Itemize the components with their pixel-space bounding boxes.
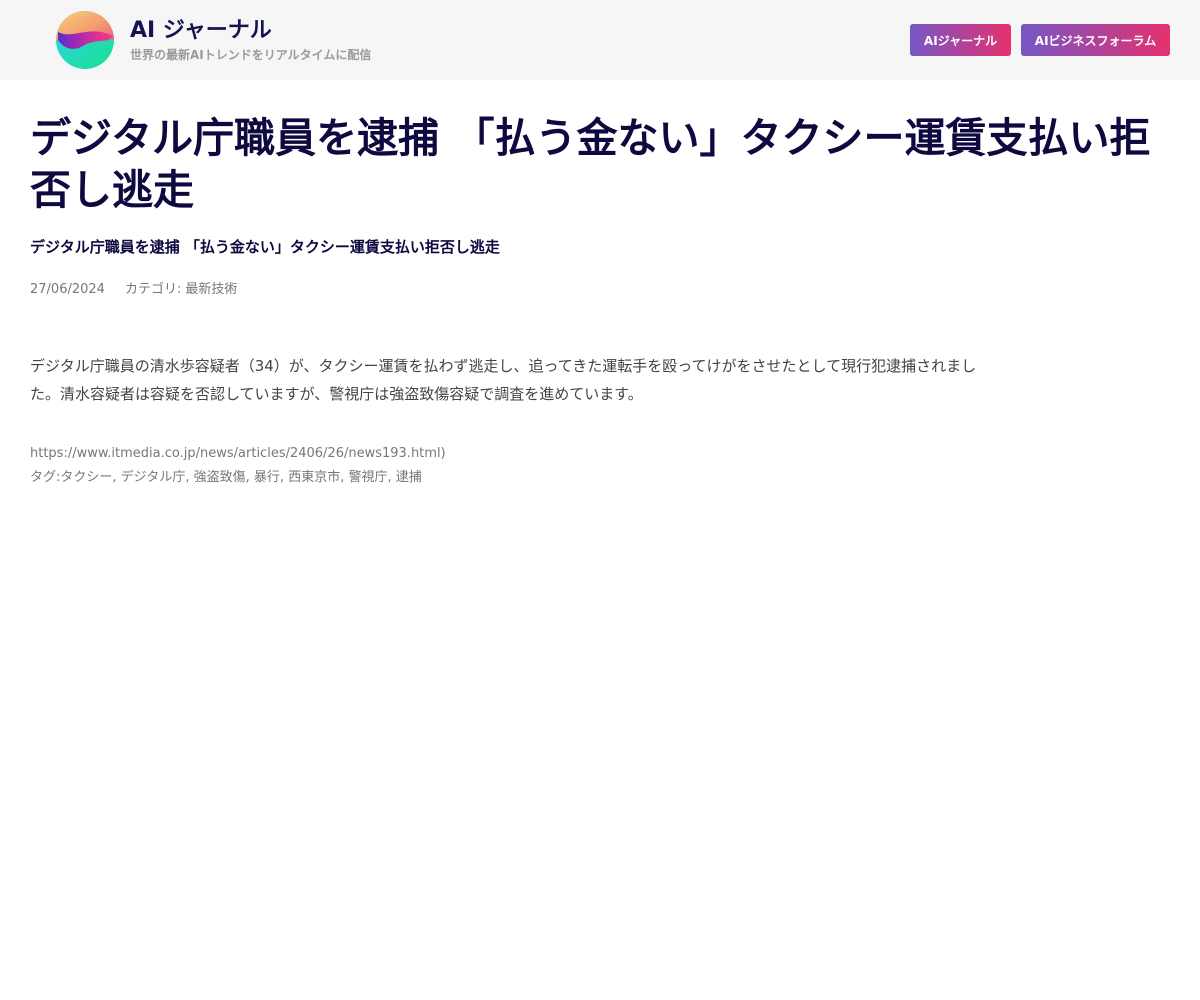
brand-title[interactable]: AI ジャーナル xyxy=(130,17,371,45)
logo-icon xyxy=(56,11,114,69)
category-link[interactable]: 最新技術 xyxy=(185,280,237,300)
article: デジタル庁職員を逮捕 「払う金ない」タクシー運賃支払い拒否し逃走 デジタル庁職員… xyxy=(30,112,1170,488)
article-body: デジタル庁職員の清水歩容疑者（34）が、タクシー運賃を払わず逃走し、追ってきた運… xyxy=(30,357,977,403)
category-prefix: カテゴリ: xyxy=(124,282,182,297)
header-nav: AIジャーナル AIビジネスフォーラム xyxy=(910,24,1170,56)
source-link[interactable]: https://www.itmedia.co.jp/news/articles/… xyxy=(30,444,1170,464)
nav-button-ai-business-forum[interactable]: AIビジネスフォーラム xyxy=(1021,24,1170,56)
nav-button-ai-journal[interactable]: AIジャーナル xyxy=(910,24,1011,56)
article-date: 27/06/2024 xyxy=(30,282,105,297)
tags-prefix: タグ: xyxy=(30,470,61,485)
site-header: AI ジャーナル 世界の最新AIトレンドをリアルタイムに配信 AIジャーナル A… xyxy=(0,0,1200,80)
article-subtitle: デジタル庁職員を逮捕 「払う金ない」タクシー運賃支払い拒否し逃走 xyxy=(30,238,500,256)
brand-tagline: 世界の最新AIトレンドをリアルタイムに配信 xyxy=(130,48,372,62)
article-title: デジタル庁職員を逮捕 「払う金ない」タクシー運賃支払い拒否し逃走 xyxy=(30,114,1151,214)
logo-link[interactable] xyxy=(55,10,115,70)
brand-block: AI ジャーナル 世界の最新AIトレンドをリアルタイムに配信 xyxy=(130,17,371,63)
article-tags: タグ: タクシー, デジタル庁, 強盗致傷, 暴行, 西東京市, 警視庁, 逮捕 xyxy=(30,468,1170,488)
article-meta: 27/06/2024 カテゴリ: 最新技術 xyxy=(30,280,1170,300)
article-category: カテゴリ: 最新技術 xyxy=(125,280,237,300)
tag-list[interactable]: タクシー, デジタル庁, 強盗致傷, 暴行, 西東京市, 警視庁, 逮捕 xyxy=(60,468,421,488)
